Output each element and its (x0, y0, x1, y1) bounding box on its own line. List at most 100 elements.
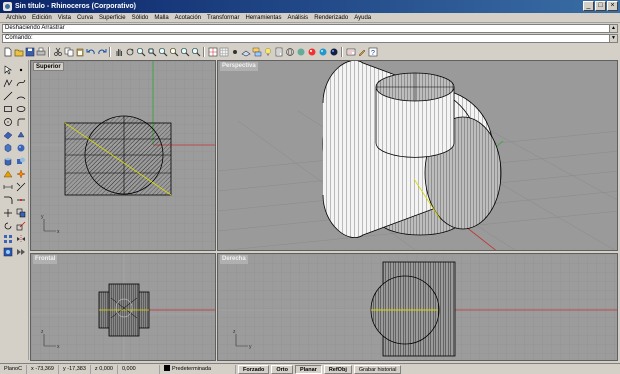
maximize-button[interactable]: □ (595, 1, 606, 11)
mesh-icon[interactable] (2, 168, 14, 180)
osnap-toggle[interactable]: RefObj (323, 364, 352, 374)
cut-icon[interactable] (52, 46, 63, 57)
render-sphere-icon[interactable] (317, 46, 328, 57)
menu-renderizado[interactable]: Renderizado (311, 15, 351, 21)
toolbar-separator (341, 46, 343, 57)
sphere-solid-icon[interactable] (15, 142, 27, 154)
zoom-window-icon[interactable] (146, 46, 157, 57)
wireframe-view-icon[interactable] (284, 46, 295, 57)
rendered-view-icon[interactable] (306, 46, 317, 57)
curve-icon[interactable] (15, 77, 27, 89)
zoom-extents-icon[interactable] (157, 46, 168, 57)
line-icon[interactable] (2, 90, 14, 102)
viewport-perspective-label[interactable]: Perspectiva (220, 62, 258, 71)
pan-hand-icon[interactable] (113, 46, 124, 57)
trim-icon[interactable] (15, 181, 27, 193)
select-arrow-icon[interactable] (2, 64, 14, 76)
rotate-object-icon[interactable] (2, 220, 14, 232)
status-layer[interactable]: Predeterminada (160, 364, 236, 374)
snap-toggle[interactable]: Forzado (237, 364, 270, 374)
menu-herramientas[interactable]: Herramientas (242, 15, 284, 21)
menu-malla[interactable]: Malla (151, 15, 171, 21)
command-line[interactable]: Comando: ▼ (2, 34, 618, 43)
viewport-perspective[interactable]: Perspectiva (217, 60, 618, 251)
cplane-icon[interactable] (240, 46, 251, 57)
viewport-front-label[interactable]: Frontal (33, 255, 58, 264)
mirror-icon[interactable] (15, 233, 27, 245)
viewport-top-label[interactable]: Superior (33, 62, 64, 71)
box-solid-icon[interactable] (2, 142, 14, 154)
menu-ayuda[interactable]: Ayuda (351, 15, 374, 21)
close-button[interactable]: × (607, 1, 618, 11)
extrude-surface-icon[interactable] (15, 129, 27, 141)
toolbar-separator (109, 46, 111, 57)
scale-icon[interactable] (15, 220, 27, 232)
menu-superficie[interactable]: Superficie (96, 15, 129, 21)
ortho-toggle[interactable]: Orto (271, 364, 293, 374)
new-file-icon[interactable] (2, 46, 13, 57)
rectangle-icon[interactable] (2, 103, 14, 115)
zoom-all-icon[interactable] (179, 46, 190, 57)
menu-edicion[interactable]: Edición (29, 15, 55, 21)
viewport-top[interactable]: y x Superior (30, 60, 216, 251)
surface-icon[interactable] (2, 129, 14, 141)
fillet-edge-icon[interactable] (2, 194, 14, 206)
layers-icon[interactable] (251, 46, 262, 57)
menu-analisis[interactable]: Análisis (285, 15, 312, 21)
help-icon[interactable]: ? (367, 46, 378, 57)
command-prompt-label: Comando: (5, 35, 33, 41)
menu-curva[interactable]: Curva (74, 15, 96, 21)
arc-icon[interactable] (15, 90, 27, 102)
planar-toggle[interactable]: Planar (294, 364, 322, 374)
material-sphere-icon[interactable] (328, 46, 339, 57)
shaded-view-icon[interactable] (295, 46, 306, 57)
join-icon[interactable] (15, 194, 27, 206)
point-icon[interactable] (15, 64, 27, 76)
menu-solido[interactable]: Sólido (129, 15, 152, 21)
boolean-icon[interactable] (15, 155, 27, 167)
properties-icon[interactable] (273, 46, 284, 57)
viewport-right[interactable]: z y Derecha (217, 253, 618, 361)
record-history-toggle[interactable]: Grabar historial (353, 364, 402, 374)
tools-icon[interactable] (356, 46, 367, 57)
zoom-selected-icon[interactable] (168, 46, 179, 57)
lightbulb-icon[interactable] (262, 46, 273, 57)
grid-icon[interactable] (218, 46, 229, 57)
viewport-right-label[interactable]: Derecha (220, 255, 248, 264)
select-points-icon[interactable] (229, 46, 240, 57)
copy-icon[interactable] (63, 46, 74, 57)
viewport-front[interactable]: z x Frontal (30, 253, 216, 361)
command-dropdown-button[interactable]: ▼ (609, 35, 617, 42)
status-x-coordinate: x -73,369 (27, 364, 59, 374)
circle-icon[interactable] (2, 116, 14, 128)
menu-vista[interactable]: Vista (55, 15, 74, 21)
render-icon[interactable] (15, 246, 27, 258)
four-viewports-icon[interactable] (207, 46, 218, 57)
fillet-curve-icon[interactable] (15, 116, 27, 128)
save-icon[interactable] (24, 46, 35, 57)
minimize-button[interactable]: _ (583, 1, 594, 11)
dimension-icon[interactable] (2, 181, 14, 193)
rotate-view-icon[interactable] (124, 46, 135, 57)
menu-transformar[interactable]: Transformar (204, 15, 242, 21)
polyline-icon[interactable] (2, 77, 14, 89)
menu-acotacion[interactable]: Acotación (172, 15, 204, 21)
paste-icon[interactable] (74, 46, 85, 57)
undo-view-icon[interactable] (190, 46, 201, 57)
move-icon[interactable] (2, 207, 14, 219)
status-extra-value: 0,000 (118, 364, 160, 374)
copy-object-icon[interactable] (15, 207, 27, 219)
open-folder-icon[interactable] (13, 46, 24, 57)
explode-icon[interactable] (15, 168, 27, 180)
history-scroll-button[interactable]: ▲ (609, 25, 617, 32)
array-icon[interactable] (2, 233, 14, 245)
undo-icon[interactable] (85, 46, 96, 57)
print-icon[interactable] (35, 46, 46, 57)
analyze-icon[interactable] (2, 246, 14, 258)
cylinder-solid-icon[interactable] (2, 155, 14, 167)
options-icon[interactable] (345, 46, 356, 57)
ellipse-icon[interactable] (15, 103, 27, 115)
redo-icon[interactable] (96, 46, 107, 57)
menu-archivo[interactable]: Archivo (3, 15, 29, 21)
zoom-dynamic-icon[interactable] (135, 46, 146, 57)
